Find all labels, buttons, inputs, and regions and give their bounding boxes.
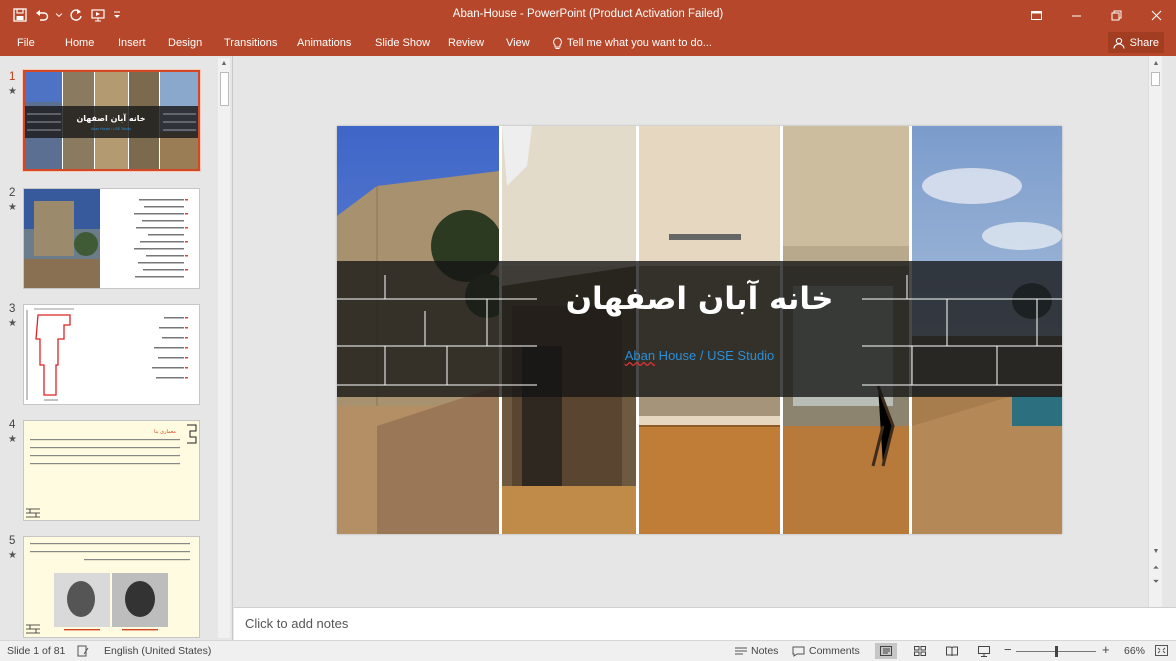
comments-label: Comments xyxy=(809,645,860,657)
spelling-check-icon[interactable] xyxy=(77,645,89,657)
animation-star-icon: ★ xyxy=(8,434,17,445)
slide-thumbnails-pane: 1 ★ خانه آبان اصفهان Aban House / USE St… xyxy=(0,56,233,640)
thumbnail-scrollbar[interactable]: ▲ xyxy=(218,58,230,638)
slide-thumbnail-5[interactable] xyxy=(23,536,200,638)
thumbnail-1-title: خانه آبان اصفهان xyxy=(76,113,145,123)
comment-icon xyxy=(792,646,805,657)
thumbnail-number: 5 xyxy=(9,535,16,547)
slide-counter: Slide 1 of 81 xyxy=(7,645,66,657)
slide-1-preview: خانه آبان اصفهان Aban House / USE Studio xyxy=(25,72,198,169)
animation-star-icon: ★ xyxy=(8,318,17,329)
slide-thumbnail-3[interactable] xyxy=(23,304,200,405)
language-indicator[interactable]: English (United States) xyxy=(104,645,211,657)
editor-scrollbar[interactable]: ▲ ▼ ⏶ ⏷ xyxy=(1148,56,1162,607)
next-slide-icon[interactable]: ⏷ xyxy=(1150,576,1162,588)
scroll-up-icon[interactable]: ▲ xyxy=(218,58,230,70)
tab-insert[interactable]: Insert xyxy=(118,34,146,52)
thumbnail-4-heading: معماری بنا xyxy=(154,429,176,435)
thumbnail-number: 2 xyxy=(9,187,16,199)
current-slide[interactable]: خانه آبان اصفهان Aban House / USE Studio xyxy=(337,126,1062,534)
tab-file[interactable]: File xyxy=(17,34,35,52)
lightbulb-icon xyxy=(553,36,562,49)
thumbnail-number: 3 xyxy=(9,303,16,315)
ribbon-display-options-icon[interactable] xyxy=(1016,0,1056,30)
tab-animations[interactable]: Animations xyxy=(297,34,351,52)
tab-home[interactable]: Home xyxy=(65,34,94,52)
subtitle-rest: House / USE Studio xyxy=(655,348,775,363)
tab-design[interactable]: Design xyxy=(168,34,202,52)
window-title: Aban-House - PowerPoint (Product Activat… xyxy=(452,8,724,20)
comments-button[interactable]: Comments xyxy=(792,645,860,657)
zoom-slider-thumb[interactable] xyxy=(1055,646,1058,657)
reading-view-icon[interactable] xyxy=(941,643,963,659)
status-bar: Slide 1 of 81 English (United States) No… xyxy=(0,640,1176,661)
editor-scroll-thumb[interactable] xyxy=(1151,72,1160,86)
animation-star-icon: ★ xyxy=(8,202,17,213)
tell-me-text: Tell me what you want to do... xyxy=(567,37,712,49)
tab-view[interactable]: View xyxy=(506,34,530,52)
thumbnail-number: 4 xyxy=(9,419,16,431)
notes-button[interactable]: Notes xyxy=(735,645,778,657)
slide-thumbnail-2[interactable] xyxy=(23,188,200,289)
animation-star-icon: ★ xyxy=(8,550,17,561)
share-button[interactable]: Share xyxy=(1107,32,1164,53)
slide-4-preview: معماری بنا xyxy=(24,421,199,520)
tab-slide-show[interactable]: Slide Show xyxy=(375,34,430,52)
share-label: Share xyxy=(1129,36,1159,49)
tab-transitions[interactable]: Transitions xyxy=(224,34,277,52)
previous-slide-icon[interactable]: ⏶ xyxy=(1150,562,1162,574)
slide-2-preview xyxy=(24,189,188,288)
slide-title[interactable]: خانه آبان اصفهان xyxy=(337,281,1062,317)
slideshow-view-icon[interactable] xyxy=(973,643,995,659)
tell-me-box[interactable]: Tell me what you want to do... xyxy=(552,34,712,52)
slide-5-preview xyxy=(24,537,199,637)
slide-editor: خانه آبان اصفهان Aban House / USE Studio… xyxy=(234,56,1162,607)
notes-placeholder: Click to add notes xyxy=(245,616,349,631)
close-icon[interactable] xyxy=(1136,0,1176,30)
thumbnail-number: 1 xyxy=(9,71,16,83)
ribbon-tabs: File Home Insert Design Transitions Anim… xyxy=(0,30,1176,56)
notes-pane[interactable]: Click to add notes xyxy=(234,607,1176,640)
subtitle-misspelled-word: Aban xyxy=(624,348,656,363)
slide-subtitle[interactable]: Aban House / USE Studio xyxy=(337,348,1062,363)
minimize-icon[interactable] xyxy=(1056,0,1096,30)
slide-3-preview xyxy=(26,308,188,401)
zoom-in-icon[interactable]: + xyxy=(1102,642,1110,657)
thumbnail-1-subtitle: Aban House / USE Studio xyxy=(91,127,131,131)
fit-slide-to-window-icon[interactable] xyxy=(1155,645,1168,656)
slide-thumbnail-1[interactable]: خانه آبان اصفهان Aban House / USE Studio xyxy=(22,69,201,172)
normal-view-icon[interactable] xyxy=(875,643,897,659)
tab-review[interactable]: Review xyxy=(448,34,484,52)
person-icon xyxy=(1113,37,1125,49)
thumbnail-scroll-thumb[interactable] xyxy=(220,72,229,106)
zoom-level[interactable]: 66% xyxy=(1124,645,1145,657)
title-bar: Aban-House - PowerPoint (Product Activat… xyxy=(0,0,1176,30)
zoom-out-icon[interactable]: − xyxy=(1004,642,1012,657)
animation-star-icon: ★ xyxy=(8,86,17,97)
notes-icon xyxy=(735,647,747,655)
notes-label: Notes xyxy=(751,645,779,657)
scroll-up-icon[interactable]: ▲ xyxy=(1150,58,1162,70)
restore-icon[interactable] xyxy=(1096,0,1136,30)
slide-sorter-icon[interactable] xyxy=(909,643,931,659)
slide-thumbnail-4[interactable]: معماری بنا xyxy=(23,420,200,521)
window-controls xyxy=(1016,0,1176,30)
scroll-down-icon[interactable]: ▼ xyxy=(1150,546,1162,558)
